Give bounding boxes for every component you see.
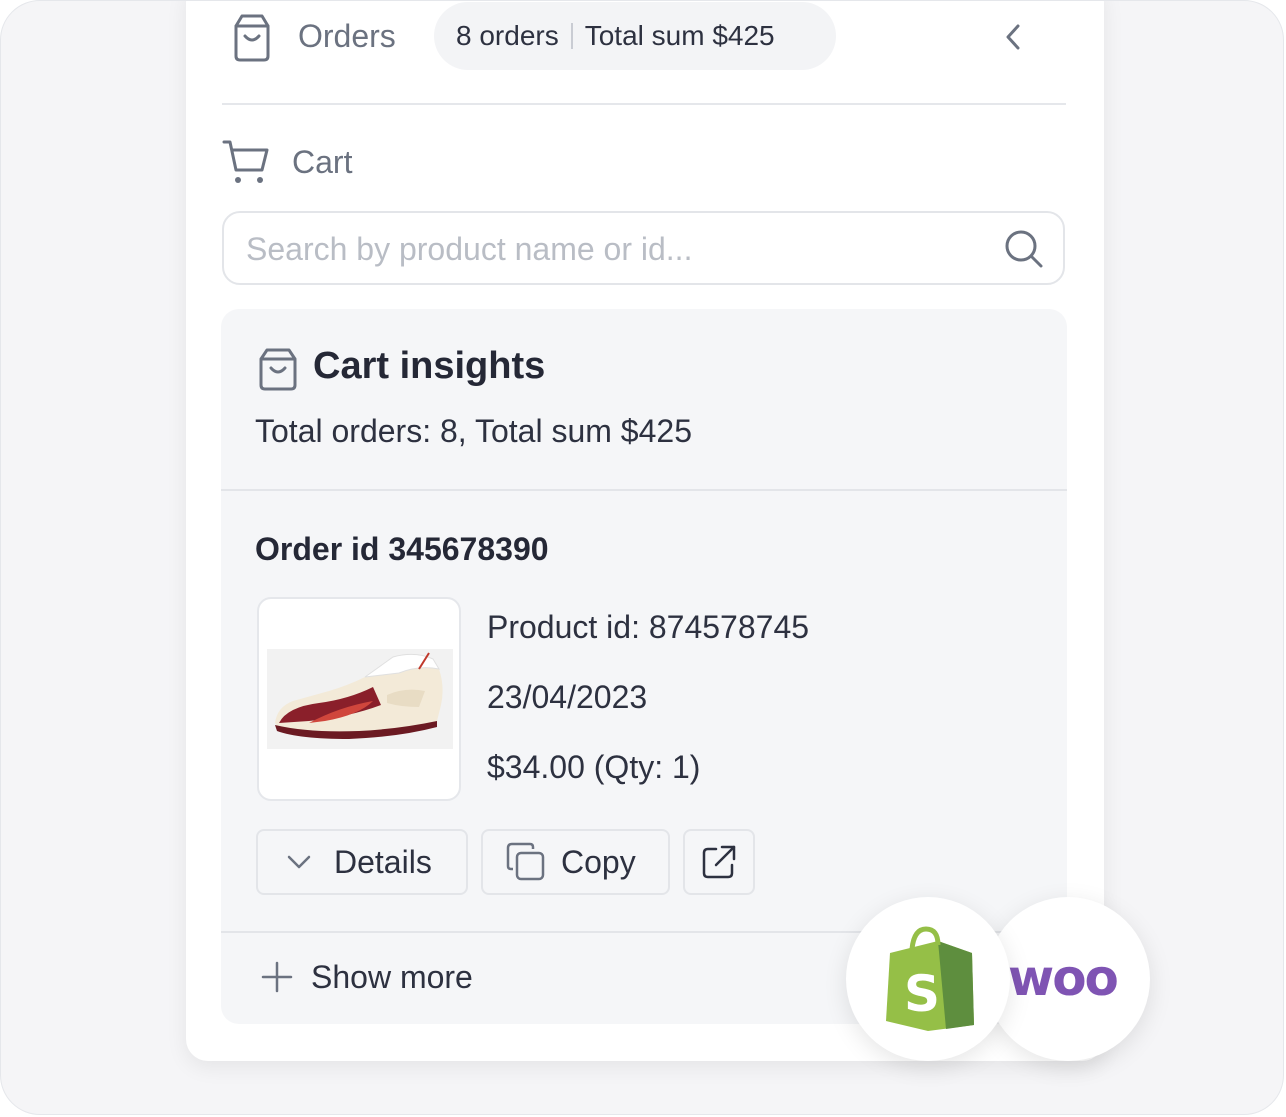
woocommerce-badge: woo [986,897,1150,1061]
plus-icon [261,961,293,993]
external-link-icon [702,845,736,879]
chevron-left-icon[interactable] [998,20,1028,54]
show-more-label: Show more [311,958,473,995]
open-external-button[interactable] [683,829,755,895]
insights-divider [221,489,1067,491]
shopify-icon: S [886,926,974,1031]
orders-count: 8 orders [456,20,559,51]
shopping-bag-icon [234,14,270,62]
copy-button[interactable]: Copy [481,829,670,895]
sneaker-image [275,652,443,739]
shopify-badge: S [846,897,1010,1061]
shopping-bag-icon [259,348,297,391]
woo-logo: woo [1008,949,1119,1007]
product-thumbnail[interactable] [257,597,461,801]
order-id: Order id 345678390 [255,531,549,567]
search-icon[interactable] [1004,229,1044,269]
order-date: 23/04/2023 [487,679,648,715]
product-id: Product id: 874578745 [487,609,810,645]
orders-total: Total sum $425 [584,20,775,51]
search-input[interactable] [244,225,988,273]
insights-summary: Total orders: 8, Total sum $425 [255,413,692,449]
svg-text:S: S [904,965,940,1023]
chevron-down-icon [287,855,311,869]
order-price-qty: $34.00 (Qty: 1) [487,749,701,785]
product-search[interactable] [222,211,1065,285]
orders-title: Orders [298,18,396,54]
copy-icon [506,842,545,881]
header-divider [222,103,1066,105]
show-more-button[interactable]: Show more [261,957,473,997]
orders-header[interactable]: Orders 8 orders Total sum $425 [228,2,1068,70]
pill-separator [570,23,573,49]
details-label: Details [334,843,432,880]
copy-label: Copy [561,843,636,880]
details-button[interactable]: Details [256,829,468,895]
orders-summary-badge: 8 orders Total sum $425 [434,2,836,70]
insights-title: Cart insights [313,345,546,387]
cart-icon [222,140,269,183]
cart-title: Cart [292,144,353,180]
